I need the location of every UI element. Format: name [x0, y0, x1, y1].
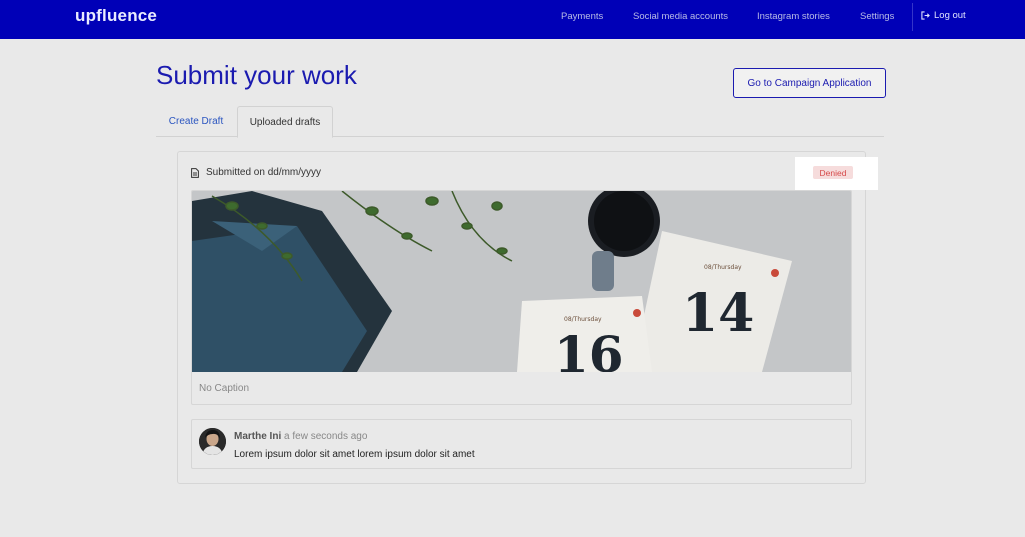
- draft-media: 08/Thursday 14 08/Thursday 16 No Caption: [191, 190, 852, 405]
- tab-uploaded-drafts[interactable]: Uploaded drafts: [237, 106, 333, 138]
- nav-item-instagram-stories[interactable]: Instagram stories: [757, 11, 830, 22]
- avatar-image: [199, 428, 226, 455]
- comment-time: a few seconds ago: [284, 431, 368, 442]
- comment-author[interactable]: Marthe Ini: [234, 431, 281, 442]
- calendar-right-weekday: 08/Thursday: [704, 264, 742, 271]
- logout-icon: [921, 11, 930, 20]
- go-to-campaign-button[interactable]: Go to Campaign Application: [733, 68, 886, 98]
- comment-text: Lorem ipsum dolor sit amet lorem ipsum d…: [234, 449, 475, 460]
- avatar: [199, 428, 226, 455]
- main-nav: Payments Social media accounts Instagram…: [0, 0, 1025, 39]
- logout-link[interactable]: Log out: [921, 10, 966, 21]
- submission-header: Submitted on dd/mm/yyyy: [191, 167, 321, 178]
- tab-create-draft[interactable]: Create Draft: [156, 106, 236, 137]
- draft-tabs: Create Draft Uploaded drafts: [156, 106, 884, 138]
- page-title: Submit your work: [156, 60, 357, 90]
- nav-divider: [912, 3, 913, 31]
- comment-item: Marthe Ini a few seconds ago Lorem ipsum…: [191, 419, 852, 469]
- calendar-left-weekday: 08/Thursday: [564, 316, 602, 323]
- nav-item-payments[interactable]: Payments: [561, 11, 603, 22]
- draft-caption: No Caption: [199, 383, 250, 394]
- draft-photo[interactable]: 08/Thursday 14 08/Thursday 16: [192, 191, 852, 372]
- comment-meta: Marthe Ini a few seconds ago: [234, 431, 367, 442]
- document-icon: [191, 167, 199, 178]
- nav-item-settings[interactable]: Settings: [860, 11, 894, 22]
- calendar-left-day: 16: [554, 325, 624, 372]
- calendar-right-day: 14: [682, 283, 754, 344]
- nav-item-social-media-accounts[interactable]: Social media accounts: [633, 11, 728, 22]
- status-badge: Denied: [813, 166, 853, 179]
- logout-label: Log out: [934, 10, 966, 21]
- submitted-date: Submitted on dd/mm/yyyy: [206, 167, 322, 178]
- top-navbar: upfluence Payments Social media accounts…: [0, 0, 1025, 39]
